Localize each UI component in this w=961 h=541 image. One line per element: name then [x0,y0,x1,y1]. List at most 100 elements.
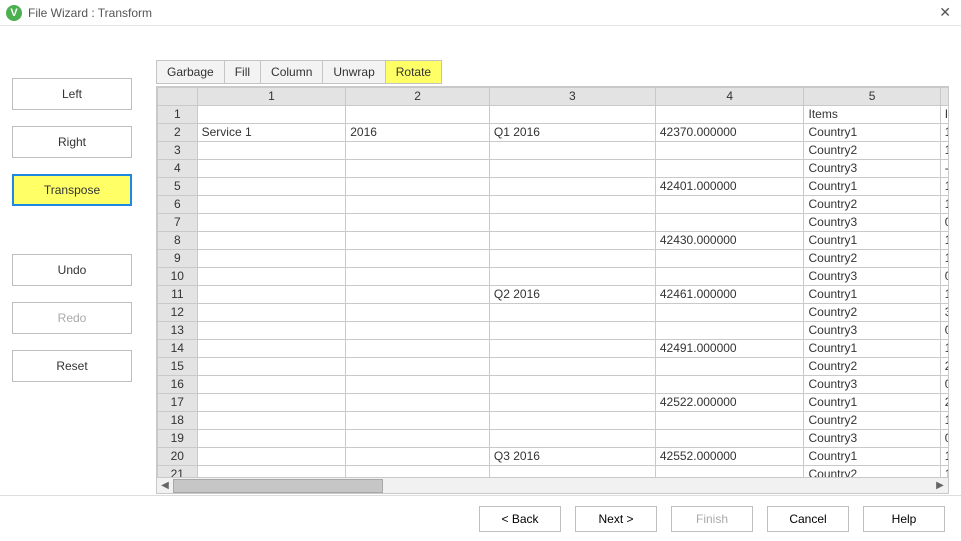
table-row[interactable]: 1ItemsItem186 [158,106,949,124]
cell[interactable] [655,160,804,178]
cell[interactable] [489,376,655,394]
cell[interactable]: Country1 [804,286,940,304]
cell[interactable] [489,196,655,214]
cell[interactable] [655,412,804,430]
cell[interactable] [346,286,490,304]
cell[interactable] [489,268,655,286]
cell[interactable] [197,214,346,232]
cell[interactable]: 1.050653 [940,124,948,142]
cell[interactable]: 0.000000 [940,214,948,232]
table-row[interactable]: 13Country30.00000074 [158,322,949,340]
table-row[interactable]: 18Country21.65347369 [158,412,949,430]
cell[interactable] [197,268,346,286]
cell[interactable] [197,340,346,358]
cell[interactable]: Country2 [804,142,940,160]
row-header[interactable]: 16 [158,376,198,394]
cell[interactable] [197,142,346,160]
cell[interactable]: 2.080868 [940,394,948,412]
cell[interactable] [346,322,490,340]
cell[interactable]: Country2 [804,358,940,376]
cell[interactable] [197,358,346,376]
table-row[interactable]: 16Country30.00000071 [158,376,949,394]
cell[interactable]: 42461.000000 [655,286,804,304]
cell[interactable]: Country3 [804,376,940,394]
next-button[interactable]: Next > [575,506,657,532]
cell[interactable] [655,358,804,376]
table-row[interactable]: 7Country30.00000080 [158,214,949,232]
scroll-left-icon[interactable]: ◀ [157,478,173,494]
cell[interactable]: 1.653473 [940,412,948,430]
row-header[interactable]: 17 [158,394,198,412]
cell[interactable] [346,196,490,214]
cell[interactable] [489,430,655,448]
row-header[interactable]: 4 [158,160,198,178]
cell[interactable] [197,394,346,412]
cell[interactable]: Country1 [804,124,940,142]
cell[interactable] [346,178,490,196]
cell[interactable]: 0.000000 [940,430,948,448]
cell[interactable]: 3.414397 [940,304,948,322]
col-header-4[interactable]: 4 [655,88,804,106]
table-row[interactable]: 1442491.000000Country11.22655473 [158,340,949,358]
col-header-6[interactable]: 6 [940,88,948,106]
cell[interactable] [346,160,490,178]
cell[interactable]: Q2 2016 [489,286,655,304]
cell[interactable] [197,412,346,430]
row-header[interactable]: 11 [158,286,198,304]
cell[interactable] [197,232,346,250]
cell[interactable]: 42491.000000 [655,340,804,358]
cell[interactable]: Country1 [804,232,940,250]
table-row[interactable]: 4Country3-0.00000083 [158,160,949,178]
cell[interactable] [489,394,655,412]
cell[interactable] [346,394,490,412]
cell[interactable]: Item1 [940,106,948,124]
cell[interactable]: Country3 [804,160,940,178]
cell[interactable] [489,106,655,124]
cell[interactable]: Country3 [804,268,940,286]
cell[interactable] [346,268,490,286]
cell[interactable] [655,196,804,214]
cell[interactable]: 0.000000 [940,322,948,340]
cell[interactable] [346,214,490,232]
row-header[interactable]: 2 [158,124,198,142]
table-row[interactable]: 19Country30.00000068 [158,430,949,448]
cell[interactable]: 2016 [346,124,490,142]
row-header[interactable]: 15 [158,358,198,376]
cancel-button[interactable]: Cancel [767,506,849,532]
cell[interactable]: 42370.000000 [655,124,804,142]
cell[interactable]: Country1 [804,448,940,466]
data-grid[interactable]: 1 2 3 4 5 6 1ItemsItem1862Service 12016Q… [157,87,948,493]
cell[interactable] [489,340,655,358]
cell[interactable]: Country1 [804,178,940,196]
cell[interactable]: 42552.000000 [655,448,804,466]
right-button[interactable]: Right [12,126,132,158]
cell[interactable] [197,178,346,196]
cell[interactable] [655,142,804,160]
table-row[interactable]: 2Service 12016Q1 201642370.000000Country… [158,124,949,142]
tab-rotate[interactable]: Rotate [385,60,442,83]
cell[interactable]: 1.226554 [940,340,948,358]
cell[interactable] [489,304,655,322]
cell[interactable] [346,412,490,430]
cell[interactable] [346,232,490,250]
cell[interactable] [489,322,655,340]
table-row[interactable]: 11Q2 201642461.000000Country11.41389276 [158,286,949,304]
help-button[interactable]: Help [863,506,945,532]
left-button[interactable]: Left [12,78,132,110]
col-header-1[interactable]: 1 [197,88,346,106]
cell[interactable] [489,412,655,430]
cell[interactable]: 1.413892 [940,286,948,304]
cell[interactable]: Country2 [804,412,940,430]
row-header[interactable]: 13 [158,322,198,340]
cell[interactable]: 1.218209 [940,448,948,466]
cell[interactable] [346,250,490,268]
table-row[interactable]: 9Country21.05574278 [158,250,949,268]
cell[interactable] [197,160,346,178]
cell[interactable]: 1.055742 [940,250,948,268]
row-header[interactable]: 18 [158,412,198,430]
back-button[interactable]: < Back [479,506,561,532]
cell[interactable]: Items [804,106,940,124]
table-row[interactable]: 3Country21.11617384 [158,142,949,160]
cell[interactable] [197,376,346,394]
transpose-button[interactable]: Transpose [12,174,132,206]
